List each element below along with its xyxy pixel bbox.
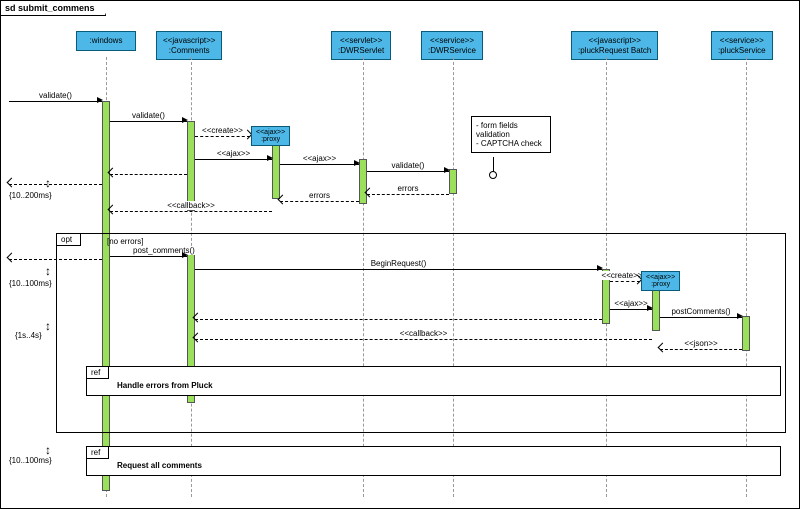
msg-post-comments: post_comments(): [110, 248, 187, 260]
participant-header: <<javascript>>:pluckRequest Batch: [571, 31, 658, 60]
msg-begin-request: BeginRequest(): [195, 261, 602, 273]
timing-arrow-icon: [45, 264, 59, 278]
msg-errors-2: errors: [280, 193, 359, 205]
participant-header: <<service>>:pluckService: [711, 31, 773, 60]
participant-pluckbatch: <<javascript>>:pluckRequest Batch: [571, 31, 658, 60]
note-anchor: [489, 171, 497, 179]
timing-arrow-icon: [45, 443, 59, 457]
timing-2: {10..100ms}: [9, 279, 52, 288]
participant-header: <<javascript>>:Comments: [156, 31, 222, 60]
msg-errors-1: errors: [367, 186, 449, 198]
timing-1: {10..200ms}: [9, 191, 52, 200]
frame-title: sd submit_commens: [1, 1, 106, 16]
msg-ajax-3: <<ajax>>: [610, 301, 652, 313]
msg-callback-2: <<callback>>: [195, 331, 652, 343]
participant-header: :windows: [76, 31, 136, 51]
msg-ajax-1: <<ajax>>: [195, 151, 272, 163]
participant-pluckservice: <<service>>:pluckService: [711, 31, 773, 60]
participant-header: <<service>>:DWRService: [421, 31, 483, 60]
msg-return-opt: [9, 251, 102, 263]
activation-comments-1: [187, 121, 195, 211]
proxy-box-2: <<ajax>>:proxy: [641, 271, 680, 291]
timing-4: {10..100ms}: [9, 456, 52, 465]
msg-validate-2: validate(): [110, 113, 187, 125]
msg-json: <<json>>: [660, 341, 742, 353]
participant-header: <<servlet>>:DWRServlet: [331, 31, 391, 60]
timing-arrow-icon: [45, 176, 59, 190]
note-connector: [493, 157, 494, 172]
participant-comments: <<javascript>>:Comments: [156, 31, 222, 60]
participant-dwrservice: <<service>>:DWRService: [421, 31, 483, 60]
participant-dwrservlet: <<servlet>>:DWRServlet: [331, 31, 391, 60]
participant-windows: :windows: [76, 31, 136, 51]
activation-proxy1: [272, 139, 280, 199]
timing-arrow-icon: [45, 319, 59, 333]
fragment-ref-2: ref Request all comments: [86, 446, 781, 476]
activation-dwrservlet: [359, 159, 367, 204]
msg-callback-1: <<callback>>: [110, 203, 272, 215]
msg-ajax-2: <<ajax>>: [280, 156, 359, 168]
msg-create-2: <<create>>: [610, 273, 640, 285]
msg-return-batch: [195, 311, 602, 323]
sequence-diagram-frame: sd submit_commens :windows <<javascript>…: [0, 0, 800, 509]
msg-post-comments-2: postComments(): [660, 309, 742, 321]
msg-validate-1: validate(): [9, 93, 102, 105]
msg-validate-3: validate(): [367, 163, 449, 175]
timing-3: {1s..4s}: [15, 331, 42, 340]
note-validation: - form fields validation - CAPTCHA check: [471, 116, 551, 153]
msg-create-1: <<create>>: [195, 128, 250, 140]
activation-dwrservice: [449, 169, 457, 194]
msg-return-1b: [110, 166, 187, 178]
fragment-ref-1: ref Handle errors from Pluck: [86, 366, 781, 396]
proxy-box-1: <<ajax>>:proxy: [251, 126, 290, 146]
